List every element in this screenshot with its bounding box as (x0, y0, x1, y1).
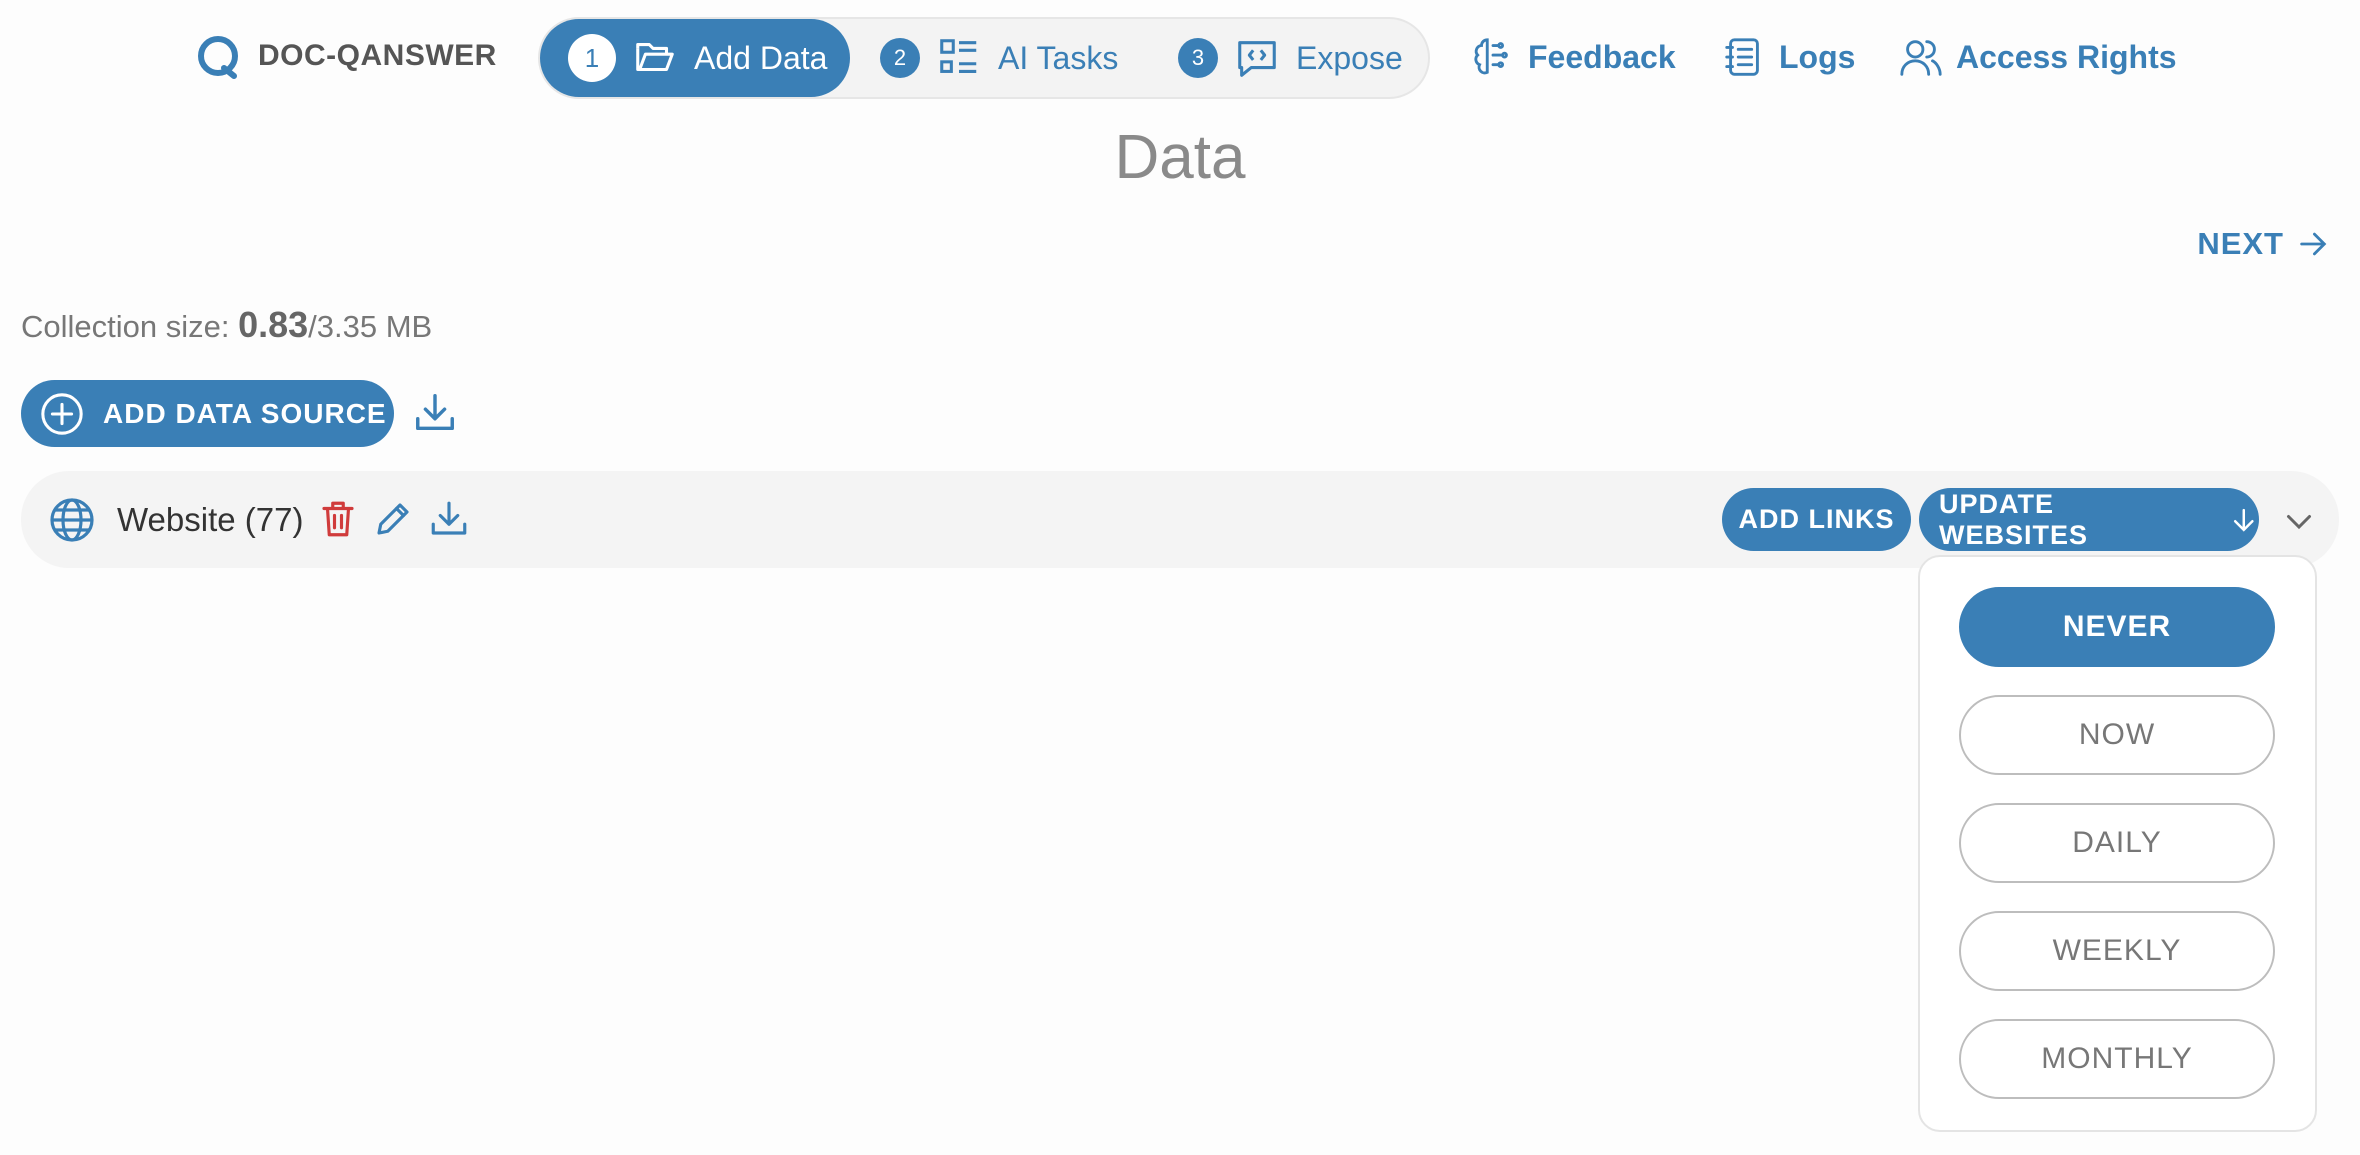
nav-logs[interactable]: Logs (1721, 34, 1855, 80)
step-label: Expose (1296, 39, 1403, 76)
step-number: 2 (880, 38, 920, 78)
folder-open-icon (636, 43, 674, 72)
option-monthly[interactable]: MONTHLY (1959, 1019, 2275, 1099)
app-header: DOC-QANSWER 1 Add Data 2 AI Tasks 3 Expo… (0, 0, 2360, 118)
list-grid-icon (940, 39, 977, 73)
nav-feedback[interactable]: Feedback (1470, 34, 1676, 80)
trash-icon[interactable] (317, 498, 359, 540)
arrow-down-icon (2234, 508, 2255, 532)
brand-name: DOC-QANSWER (258, 39, 497, 72)
brain-icon (1474, 38, 1508, 75)
step-navigation: 1 Add Data 2 AI Tasks 3 Expose (538, 17, 1430, 99)
download-icon[interactable] (428, 498, 470, 540)
step-number: 3 (1178, 38, 1218, 78)
step-label: AI Tasks (998, 39, 1119, 76)
page-title: Data (1114, 123, 1246, 192)
data-source-row: Website (77) ADD LINKS UPDATE WEBSITES (21, 471, 2339, 568)
chevron-down-icon[interactable] (2281, 503, 2317, 539)
nav-access-rights-label: Access Rights (1956, 38, 2177, 75)
brand-logo-icon (198, 36, 238, 79)
add-links-button[interactable]: ADD LINKS (1722, 488, 1911, 551)
brand[interactable]: DOC-QANSWER (194, 32, 497, 80)
nav-access-rights[interactable]: Access Rights (1898, 34, 2177, 80)
collection-size-used: 0.83 (238, 304, 309, 345)
step-ai-tasks[interactable]: 2 AI Tasks (880, 19, 1118, 97)
collection-size: Collection size: 0.83/3.35 MB (21, 304, 432, 346)
add-data-source-button[interactable]: ADD DATA SOURCE (21, 380, 394, 447)
step-expose[interactable]: 3 Expose (1178, 19, 1403, 97)
source-label: Website (77) (117, 501, 304, 538)
step-number: 1 (568, 34, 616, 82)
option-daily[interactable]: DAILY (1959, 803, 2275, 883)
add-data-source-label: ADD DATA SOURCE (103, 397, 387, 429)
next-button[interactable]: NEXT (2197, 226, 2330, 262)
users-icon (1900, 40, 1942, 76)
arrow-right-icon (2300, 232, 2327, 256)
update-websites-button[interactable]: UPDATE WEBSITES (1919, 488, 2259, 551)
step-add-data[interactable]: 1 Add Data (540, 19, 850, 97)
add-links-label: ADD LINKS (1738, 504, 1895, 534)
collection-size-prefix: Collection size: (21, 309, 239, 344)
nav-logs-label: Logs (1779, 38, 1856, 75)
globe-icon (50, 498, 94, 542)
chat-code-icon (1238, 41, 1276, 77)
option-never[interactable]: NEVER (1959, 587, 2275, 667)
collection-size-total: /3.35 MB (308, 309, 433, 344)
pencil-icon[interactable] (372, 498, 414, 540)
notebook-icon (1725, 38, 1759, 76)
next-label: NEXT (2197, 226, 2284, 261)
option-now[interactable]: NOW (1959, 695, 2275, 775)
option-weekly[interactable]: WEEKLY (1959, 911, 2275, 991)
download-icon[interactable] (412, 390, 458, 436)
update-websites-label: UPDATE WEBSITES (1939, 488, 2089, 550)
step-label: Add Data (694, 39, 828, 76)
update-frequency-menu: NEVER NOW DAILY WEEKLY MONTHLY (1918, 555, 2317, 1132)
nav-feedback-label: Feedback (1528, 38, 1676, 75)
plus-circle-icon (41, 392, 83, 435)
